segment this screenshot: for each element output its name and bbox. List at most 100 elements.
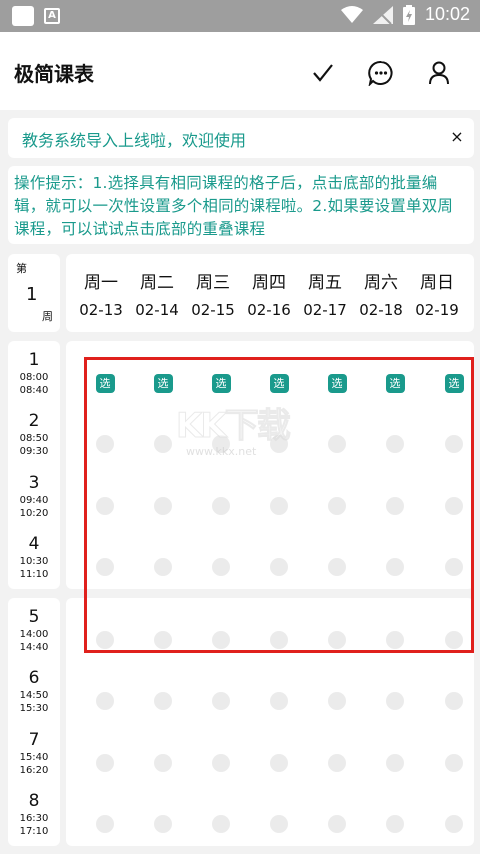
week-suffix: 周 [42, 310, 53, 323]
app-title: 极简课表 [14, 62, 94, 86]
day-date: 02-15 [191, 301, 235, 319]
confirm-button[interactable] [306, 56, 340, 90]
period-number: 6 [28, 668, 40, 688]
period-number: 4 [28, 534, 40, 554]
status-bar: A 10:02 [0, 0, 480, 32]
empty-course-cell[interactable] [445, 815, 463, 833]
day-date: 02-16 [247, 301, 291, 319]
period-label: 6 14:50 15:30 [8, 667, 60, 715]
period-label: 5 14:00 14:40 [8, 606, 60, 654]
notification-icon [12, 6, 34, 26]
empty-course-cell[interactable] [212, 754, 230, 772]
selection-highlight-frame [84, 357, 474, 653]
period-number: 5 [28, 607, 40, 627]
empty-course-cell[interactable] [212, 692, 230, 710]
day-date: 02-18 [359, 301, 403, 319]
period-end: 09:30 [19, 446, 49, 457]
empty-course-cell[interactable] [154, 815, 172, 833]
period-end: 17:10 [19, 826, 49, 837]
notice-text: 教务系统导入上线啦，欢迎使用 [22, 131, 247, 150]
close-icon[interactable]: × [446, 126, 468, 148]
period-end: 10:20 [19, 508, 49, 519]
period-start: 09:40 [19, 495, 49, 506]
period-end: 11:10 [19, 569, 49, 580]
empty-course-cell[interactable] [445, 692, 463, 710]
empty-course-cell[interactable] [96, 815, 114, 833]
period-label: 4 10:30 11:10 [8, 533, 60, 581]
days-header: 周一 02-13 周二 02-14 周三 02-15 周四 02-16 周五 02-17 … [66, 254, 474, 332]
period-start: 14:50 [19, 690, 49, 701]
period-start: 16:30 [19, 813, 49, 824]
week-prefix: 第 [16, 262, 27, 275]
period-start: 10:30 [19, 556, 49, 567]
signal-icon [372, 5, 393, 24]
empty-course-cell[interactable] [445, 754, 463, 772]
chat-bubble-icon [368, 60, 393, 86]
day-name: 周二 [140, 273, 174, 293]
day-name: 周四 [252, 273, 286, 293]
day-date: 02-19 [415, 301, 459, 319]
day-column-header: 周四 02-16 [241, 268, 297, 319]
status-time: 10:02 [424, 4, 470, 24]
period-start: 08:00 [19, 372, 49, 383]
week-number: 1 [26, 284, 38, 305]
day-name: 周一 [84, 273, 118, 293]
empty-course-cell[interactable] [270, 692, 288, 710]
day-column-header: 周二 02-14 [129, 268, 185, 319]
empty-course-cell[interactable] [328, 754, 346, 772]
message-button[interactable] [364, 56, 398, 90]
day-name: 周三 [196, 273, 230, 293]
empty-course-cell[interactable] [386, 815, 404, 833]
day-column-header: 周一 02-13 [73, 268, 129, 319]
keyboard-a-icon: A [44, 8, 60, 24]
tip-box: 操作提示：1.选择具有相同课程的格子后，点击底部的批量编辑，就可以一次性设置多个… [8, 166, 474, 244]
wifi-icon [340, 5, 363, 23]
week-selector[interactable]: 第 1 周 [8, 254, 60, 332]
morning-periods: 1 08:00 08:40 2 08:50 09:30 3 09:40 10:20 4 10:… [8, 341, 60, 589]
period-start: 14:00 [19, 629, 49, 640]
day-date: 02-17 [303, 301, 347, 319]
period-number: 8 [28, 791, 40, 811]
empty-course-cell[interactable] [154, 692, 172, 710]
day-column-header: 周日 02-19 [409, 268, 465, 319]
notice-banner: 教务系统导入上线啦，欢迎使用 × [8, 118, 474, 158]
day-date: 02-13 [79, 301, 123, 319]
period-label: 7 15:40 16:20 [8, 729, 60, 777]
period-end: 16:20 [19, 765, 49, 776]
empty-course-cell[interactable] [270, 754, 288, 772]
period-label: 8 16:30 17:10 [8, 790, 60, 838]
period-start: 15:40 [19, 752, 49, 763]
empty-course-cell[interactable] [328, 692, 346, 710]
empty-course-cell[interactable] [96, 692, 114, 710]
afternoon-periods: 5 14:00 14:40 6 14:50 15:30 7 15:40 16:20 8 16:… [8, 598, 60, 846]
day-column-header: 周五 02-17 [297, 268, 353, 319]
period-number: 1 [28, 350, 40, 370]
battery-icon [402, 4, 415, 25]
empty-course-cell[interactable] [96, 754, 114, 772]
profile-button[interactable] [422, 56, 456, 90]
empty-course-cell[interactable] [386, 754, 404, 772]
app-bar: 极简课表 [0, 32, 480, 110]
empty-course-cell[interactable] [270, 815, 288, 833]
check-icon [313, 64, 333, 82]
tip-text: 操作提示：1.选择具有相同课程的格子后，点击底部的批量编辑，就可以一次性设置多个… [14, 174, 454, 238]
user-icon [429, 61, 449, 85]
day-name: 周六 [364, 273, 398, 293]
empty-course-cell[interactable] [328, 815, 346, 833]
period-end: 08:40 [19, 385, 49, 396]
empty-course-cell[interactable] [212, 815, 230, 833]
empty-course-cell[interactable] [154, 754, 172, 772]
period-label: 1 08:00 08:40 [8, 349, 60, 397]
day-name: 周五 [308, 273, 342, 293]
period-label: 3 09:40 10:20 [8, 472, 60, 520]
period-end: 14:40 [19, 642, 49, 653]
day-date: 02-14 [135, 301, 179, 319]
period-end: 15:30 [19, 703, 49, 714]
empty-course-cell[interactable] [386, 692, 404, 710]
day-name: 周日 [420, 273, 454, 293]
period-number: 7 [28, 730, 40, 750]
day-column-header: 周三 02-15 [185, 268, 241, 319]
period-number: 2 [28, 411, 40, 431]
day-column-header: 周六 02-18 [353, 268, 409, 319]
period-number: 3 [28, 473, 40, 493]
